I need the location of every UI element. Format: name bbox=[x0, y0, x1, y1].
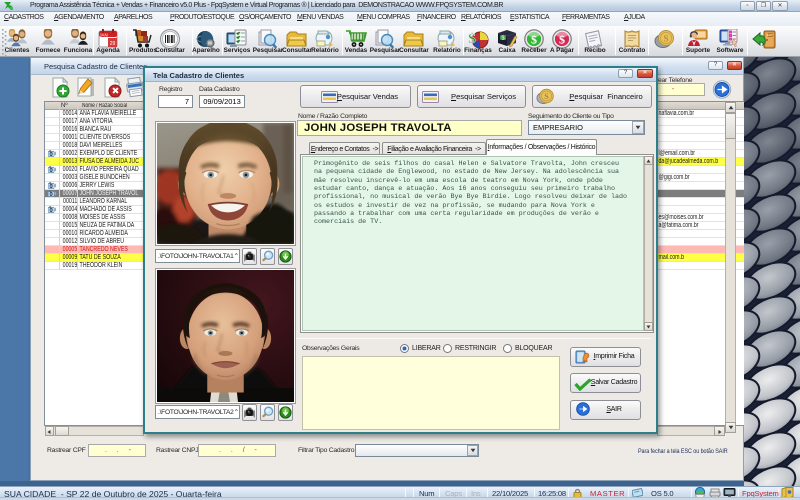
svg-text:JAN: JAN bbox=[99, 32, 107, 37]
svg-text:EXIT: EXIT bbox=[767, 33, 773, 37]
svg-text:$: $ bbox=[559, 33, 565, 47]
svg-text:$: $ bbox=[468, 31, 476, 47]
svg-text:$: $ bbox=[501, 36, 504, 42]
svg-text:$: $ bbox=[531, 33, 537, 47]
svg-text:S: S bbox=[544, 92, 549, 101]
svg-text:S: S bbox=[663, 34, 668, 44]
